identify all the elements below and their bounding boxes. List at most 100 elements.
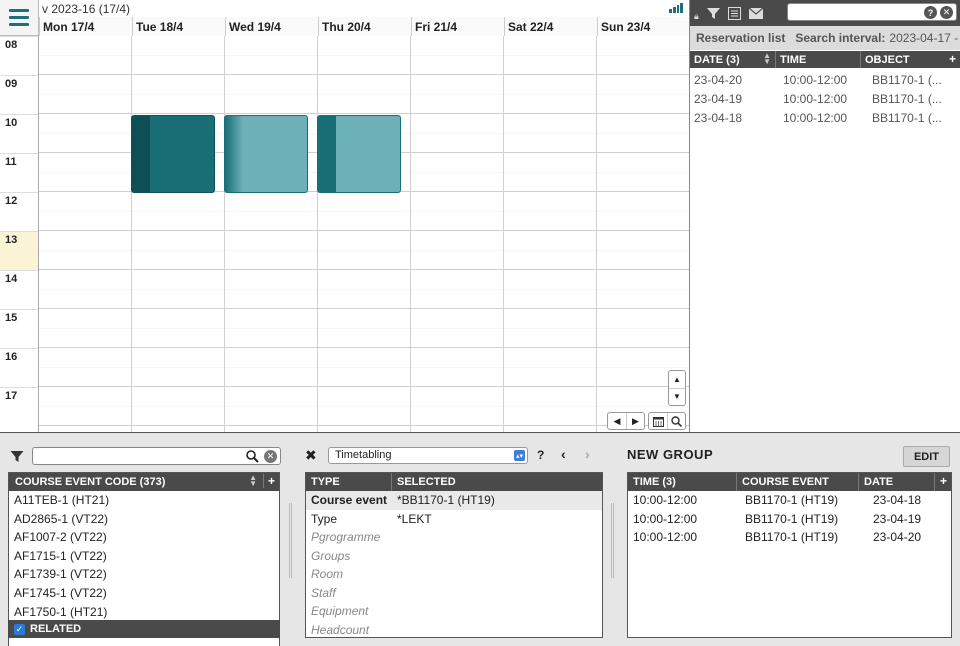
day-header-thu[interactable]: Thu 20/4 [318,17,411,36]
selection-row-groups[interactable]: Groups [306,547,602,566]
calendar-grid[interactable] [39,36,689,432]
course-search-box: ✕ [32,447,281,465]
selection-toolbar: ✖ Timetabling ▴▾ ? ‹ › [305,445,605,467]
clear-icon[interactable]: ✕ [264,450,277,463]
chevron-right-icon[interactable]: › [585,446,590,462]
table-row[interactable]: 10:00-12:00 BB1170-1 (HT19) 23-04-18 [628,491,951,510]
calendar-event-wed[interactable] [224,115,308,193]
cell-date: 23-04-20 [694,73,743,87]
column-header-time[interactable]: TIME [776,51,861,68]
column-header-type: TYPE [306,473,392,491]
cell-date: 23-04-19 [694,92,743,106]
list-item[interactable]: AF1750-1 (HT21) [9,603,279,622]
day-header-fri[interactable]: Fri 21/4 [411,17,504,36]
cell-course: BB1170-1 (HT19) [745,493,839,507]
filter-icon[interactable] [706,7,720,20]
row-selected [392,565,397,584]
selection-row-equipment[interactable]: Equipment [306,602,602,621]
cell-date: 23-04-19 [873,511,922,526]
table-row[interactable]: 10:00-12:00 BB1170-1 (HT19) 23-04-20 [628,528,951,547]
time-scroll-controls: ▲ ▼ [668,370,686,406]
hour-label: 14 [0,270,38,309]
table-row[interactable]: 10:00-12:00 BB1170-1 (HT19) 23-04-19 [628,510,951,529]
close-icon[interactable]: ✖ [305,447,317,464]
clear-icon[interactable]: ✕ [940,6,953,19]
reservation-search-input[interactable] [792,4,922,20]
mode-select[interactable]: Timetabling ▴▾ [328,447,528,464]
edit-button[interactable]: EDIT [903,446,950,467]
bar-chart-icon[interactable] [669,3,683,13]
related-checkbox[interactable]: ✓ [14,623,25,635]
list-item[interactable]: AF1007-2 (VT22) [9,528,279,547]
scroll-up-button[interactable]: ▲ [669,371,685,389]
week-title: v 2023-16 (17/4) [42,2,131,16]
panel-splitter[interactable] [611,503,614,578]
next-week-button[interactable]: ▶ [626,413,644,429]
filter-icon[interactable] [8,450,26,463]
week-calendar: v 2023-16 (17/4) Mon 17/4 Tue 18/4 Wed 1… [0,0,690,432]
day-header-sat[interactable]: Sat 22/4 [504,17,597,36]
hour-label: 12 [0,192,38,231]
row-selected [392,547,397,566]
sort-icon: ▲ ▼ [763,51,771,66]
column-label: COURSE EVENT CODE (373) [15,476,166,488]
column-header-time[interactable]: TIME (3) [628,473,737,491]
column-header-course-event[interactable]: COURSE EVENT [737,473,859,491]
week-step-group: ◀ ▶ [607,412,645,430]
list-item[interactable]: A11TEB-1 (HT21) [9,491,279,510]
search-icon[interactable] [246,450,259,463]
column-header-date[interactable]: DATE (3) ▲ ▼ [690,51,776,68]
help-button[interactable]: ? [537,448,544,462]
date-picker-button[interactable] [649,413,667,429]
calendar-event-tue[interactable] [131,115,215,193]
add-column-icon[interactable]: + [262,474,275,488]
day-header-tue[interactable]: Tue 18/4 [132,17,225,36]
column-header-date[interactable]: DATE [859,473,935,491]
course-search-input[interactable] [37,448,237,464]
day-header-wed[interactable]: Wed 19/4 [225,17,318,36]
list-item[interactable]: AF1739-1 (VT22) [9,565,279,584]
day-header-mon[interactable]: Mon 17/4 [39,17,132,36]
help-icon[interactable]: ? [924,6,937,19]
calendar-icon [652,416,664,427]
list-icon[interactable] [727,6,741,20]
envelope-icon[interactable] [748,7,763,19]
hamburger-menu-button[interactable] [0,0,39,36]
selection-row-staff[interactable]: Staff [306,584,602,603]
column-header-object[interactable]: OBJECT + [861,51,960,68]
add-column-icon[interactable]: + [940,474,947,488]
selection-row-headcount[interactable]: Headcount [306,621,602,638]
scroll-down-button[interactable]: ▼ [669,389,685,406]
selection-row-course-event[interactable]: Course event *BB1170-1 (HT19) [306,491,602,510]
panel-splitter[interactable] [289,503,292,578]
hour-label: 10 [0,114,38,153]
course-list-header[interactable]: COURSE EVENT CODE (373) ▲ ▼ + [9,473,279,491]
selection-row-room[interactable]: Room [306,565,602,584]
day-header-sun[interactable]: Sun 23/4 [597,17,689,36]
checkmark-icon: ✓ [15,623,24,634]
related-label: RELATED [30,623,82,635]
cell-time: 10:00-12:00 [633,530,698,544]
list-item[interactable]: AF1745-1 (VT22) [9,584,279,603]
list-item[interactable]: AD2865-1 (VT22) [9,510,279,529]
row-type: Pgrogramme [311,530,381,544]
list-item[interactable]: AF1715-1 (VT22) [9,547,279,566]
lock-icon[interactable]: 🔒︎ [694,11,699,22]
selection-row-programme[interactable]: Pgrogramme [306,528,602,547]
zoom-button[interactable] [667,413,685,429]
column-label: DATE (3) [694,54,740,66]
cell-course: BB1170-1 (HT19) [745,511,839,526]
chevron-left-icon[interactable]: ‹ [561,446,566,462]
reservation-row[interactable]: 23-04-20 10:00-12:00 BB1170-1 (... [690,70,960,89]
reservation-row[interactable]: 23-04-18 10:00-12:00 BB1170-1 (... [690,108,960,127]
calendar-event-thu[interactable] [317,115,401,193]
hour-label-current: 13 [0,231,38,270]
search-icon [671,415,682,427]
hour-label: 08 [0,36,38,75]
selection-row-type[interactable]: Type *LEKT [306,510,602,529]
chevron-up-icon: ▲ [673,374,681,384]
search-interval-label: Search interval: [795,31,886,45]
prev-week-button[interactable]: ◀ [608,413,626,429]
reservation-row[interactable]: 23-04-19 10:00-12:00 BB1170-1 (... [690,89,960,108]
add-column-icon[interactable]: + [949,52,956,66]
